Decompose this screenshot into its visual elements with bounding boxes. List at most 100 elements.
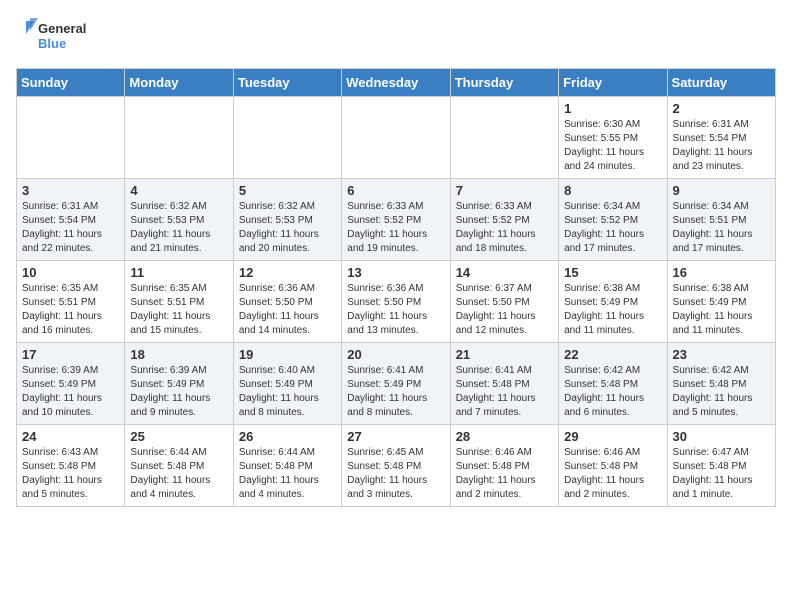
day-info: Sunrise: 6:38 AM Sunset: 5:49 PM Dayligh…	[564, 282, 661, 338]
calendar-cell: 25 Sunrise: 6:44 AM Sunset: 5:48 PM Dayli…	[125, 425, 233, 507]
calendar-cell: 10 Sunrise: 6:35 AM Sunset: 5:51 PM Dayli…	[17, 261, 125, 343]
logo: General Blue	[16, 16, 96, 56]
calendar-week-row: 10 Sunrise: 6:35 AM Sunset: 5:51 PM Dayli…	[17, 261, 776, 343]
day-number: 1	[564, 101, 661, 116]
calendar-cell: 23 Sunrise: 6:42 AM Sunset: 5:48 PM Dayli…	[667, 343, 775, 425]
day-number: 5	[239, 183, 336, 198]
day-number: 14	[456, 265, 553, 280]
day-info: Sunrise: 6:31 AM Sunset: 5:54 PM Dayligh…	[673, 118, 770, 174]
calendar-cell: 20Sunrise: 6:41 AM Sunset: 5:49 PM Dayli…	[342, 343, 450, 425]
day-info: Sunrise: 6:35 AM Sunset: 5:51 PM Dayligh…	[22, 282, 119, 338]
calendar-cell: 15 Sunrise: 6:38 AM Sunset: 5:49 PM Dayli…	[559, 261, 667, 343]
day-info: Sunrise: 6:34 AM Sunset: 5:51 PM Dayligh…	[673, 200, 770, 256]
calendar-cell: 2 Sunrise: 6:31 AM Sunset: 5:54 PM Daylig…	[667, 97, 775, 179]
day-info: Sunrise: 6:39 AM Sunset: 5:49 PM Dayligh…	[130, 364, 227, 420]
calendar-cell: 30 Sunrise: 6:47 AM Sunset: 5:48 PM Dayli…	[667, 425, 775, 507]
calendar-cell: 27 Sunrise: 6:45 AM Sunset: 5:48 PM Dayli…	[342, 425, 450, 507]
day-number: 15	[564, 265, 661, 280]
calendar-cell: 3 Sunrise: 6:31 AM Sunset: 5:54 PM Daylig…	[17, 179, 125, 261]
calendar-header-row: SundayMondayTuesdayWednesdayThursdayFrid…	[17, 69, 776, 97]
day-info: Sunrise: 6:47 AM Sunset: 5:48 PM Dayligh…	[673, 446, 770, 502]
header-thursday: Thursday	[450, 69, 558, 97]
calendar-cell	[342, 97, 450, 179]
day-number: 29	[564, 429, 661, 444]
day-number: 16	[673, 265, 770, 280]
calendar-cell	[125, 97, 233, 179]
day-info: Sunrise: 6:30 AM Sunset: 5:55 PM Dayligh…	[564, 118, 661, 174]
day-number: 4	[130, 183, 227, 198]
day-info: Sunrise: 6:45 AM Sunset: 5:48 PM Dayligh…	[347, 446, 444, 502]
day-info: Sunrise: 6:44 AM Sunset: 5:48 PM Dayligh…	[239, 446, 336, 502]
calendar-cell	[17, 97, 125, 179]
calendar-cell: 11Sunrise: 6:35 AM Sunset: 5:51 PM Dayli…	[125, 261, 233, 343]
calendar-cell: 21Sunrise: 6:41 AM Sunset: 5:48 PM Dayli…	[450, 343, 558, 425]
header-sunday: Sunday	[17, 69, 125, 97]
day-number: 10	[22, 265, 119, 280]
day-number: 9	[673, 183, 770, 198]
calendar-cell: 6 Sunrise: 6:33 AM Sunset: 5:52 PM Daylig…	[342, 179, 450, 261]
calendar-week-row: 24 Sunrise: 6:43 AM Sunset: 5:48 PM Dayli…	[17, 425, 776, 507]
header-monday: Monday	[125, 69, 233, 97]
day-number: 20	[347, 347, 444, 362]
header-tuesday: Tuesday	[233, 69, 341, 97]
day-number: 26	[239, 429, 336, 444]
calendar-cell: 19 Sunrise: 6:40 AM Sunset: 5:49 PM Dayli…	[233, 343, 341, 425]
header-friday: Friday	[559, 69, 667, 97]
day-number: 23	[673, 347, 770, 362]
day-number: 3	[22, 183, 119, 198]
calendar-cell	[450, 97, 558, 179]
day-info: Sunrise: 6:33 AM Sunset: 5:52 PM Dayligh…	[347, 200, 444, 256]
day-info: Sunrise: 6:36 AM Sunset: 5:50 PM Dayligh…	[347, 282, 444, 338]
day-number: 19	[239, 347, 336, 362]
day-info: Sunrise: 6:42 AM Sunset: 5:48 PM Dayligh…	[673, 364, 770, 420]
calendar-cell: 4 Sunrise: 6:32 AM Sunset: 5:53 PM Daylig…	[125, 179, 233, 261]
logo-svg: General Blue	[16, 16, 96, 56]
day-info: Sunrise: 6:46 AM Sunset: 5:48 PM Dayligh…	[564, 446, 661, 502]
day-info: Sunrise: 6:44 AM Sunset: 5:48 PM Dayligh…	[130, 446, 227, 502]
day-number: 6	[347, 183, 444, 198]
header-wednesday: Wednesday	[342, 69, 450, 97]
header-saturday: Saturday	[667, 69, 775, 97]
day-number: 17	[22, 347, 119, 362]
day-number: 24	[22, 429, 119, 444]
day-info: Sunrise: 6:32 AM Sunset: 5:53 PM Dayligh…	[130, 200, 227, 256]
calendar-cell: 18Sunrise: 6:39 AM Sunset: 5:49 PM Dayli…	[125, 343, 233, 425]
day-info: Sunrise: 6:32 AM Sunset: 5:53 PM Dayligh…	[239, 200, 336, 256]
day-info: Sunrise: 6:38 AM Sunset: 5:49 PM Dayligh…	[673, 282, 770, 338]
calendar-cell: 28 Sunrise: 6:46 AM Sunset: 5:48 PM Dayli…	[450, 425, 558, 507]
day-number: 8	[564, 183, 661, 198]
day-number: 12	[239, 265, 336, 280]
svg-text:Blue: Blue	[38, 36, 66, 51]
day-number: 22	[564, 347, 661, 362]
day-info: Sunrise: 6:41 AM Sunset: 5:48 PM Dayligh…	[456, 364, 553, 420]
day-info: Sunrise: 6:36 AM Sunset: 5:50 PM Dayligh…	[239, 282, 336, 338]
day-info: Sunrise: 6:42 AM Sunset: 5:48 PM Dayligh…	[564, 364, 661, 420]
calendar-cell: 17Sunrise: 6:39 AM Sunset: 5:49 PM Dayli…	[17, 343, 125, 425]
day-info: Sunrise: 6:46 AM Sunset: 5:48 PM Dayligh…	[456, 446, 553, 502]
day-info: Sunrise: 6:33 AM Sunset: 5:52 PM Dayligh…	[456, 200, 553, 256]
calendar-cell: 16 Sunrise: 6:38 AM Sunset: 5:49 PM Dayli…	[667, 261, 775, 343]
day-number: 28	[456, 429, 553, 444]
day-info: Sunrise: 6:40 AM Sunset: 5:49 PM Dayligh…	[239, 364, 336, 420]
calendar-table: SundayMondayTuesdayWednesdayThursdayFrid…	[16, 68, 776, 507]
page-header: General Blue	[16, 16, 776, 56]
day-info: Sunrise: 6:31 AM Sunset: 5:54 PM Dayligh…	[22, 200, 119, 256]
day-number: 27	[347, 429, 444, 444]
day-number: 25	[130, 429, 227, 444]
day-number: 7	[456, 183, 553, 198]
day-info: Sunrise: 6:35 AM Sunset: 5:51 PM Dayligh…	[130, 282, 227, 338]
calendar-cell: 26 Sunrise: 6:44 AM Sunset: 5:48 PM Dayli…	[233, 425, 341, 507]
day-info: Sunrise: 6:43 AM Sunset: 5:48 PM Dayligh…	[22, 446, 119, 502]
calendar-cell: 14 Sunrise: 6:37 AM Sunset: 5:50 PM Dayli…	[450, 261, 558, 343]
calendar-cell: 24 Sunrise: 6:43 AM Sunset: 5:48 PM Dayli…	[17, 425, 125, 507]
calendar-cell: 7 Sunrise: 6:33 AM Sunset: 5:52 PM Daylig…	[450, 179, 558, 261]
calendar-cell: 12 Sunrise: 6:36 AM Sunset: 5:50 PM Dayli…	[233, 261, 341, 343]
svg-text:General: General	[38, 21, 86, 36]
day-number: 2	[673, 101, 770, 116]
calendar-week-row: 1 Sunrise: 6:30 AM Sunset: 5:55 PM Daylig…	[17, 97, 776, 179]
calendar-cell	[233, 97, 341, 179]
calendar-cell: 1 Sunrise: 6:30 AM Sunset: 5:55 PM Daylig…	[559, 97, 667, 179]
calendar-cell: 22 Sunrise: 6:42 AM Sunset: 5:48 PM Dayli…	[559, 343, 667, 425]
day-number: 30	[673, 429, 770, 444]
day-info: Sunrise: 6:37 AM Sunset: 5:50 PM Dayligh…	[456, 282, 553, 338]
